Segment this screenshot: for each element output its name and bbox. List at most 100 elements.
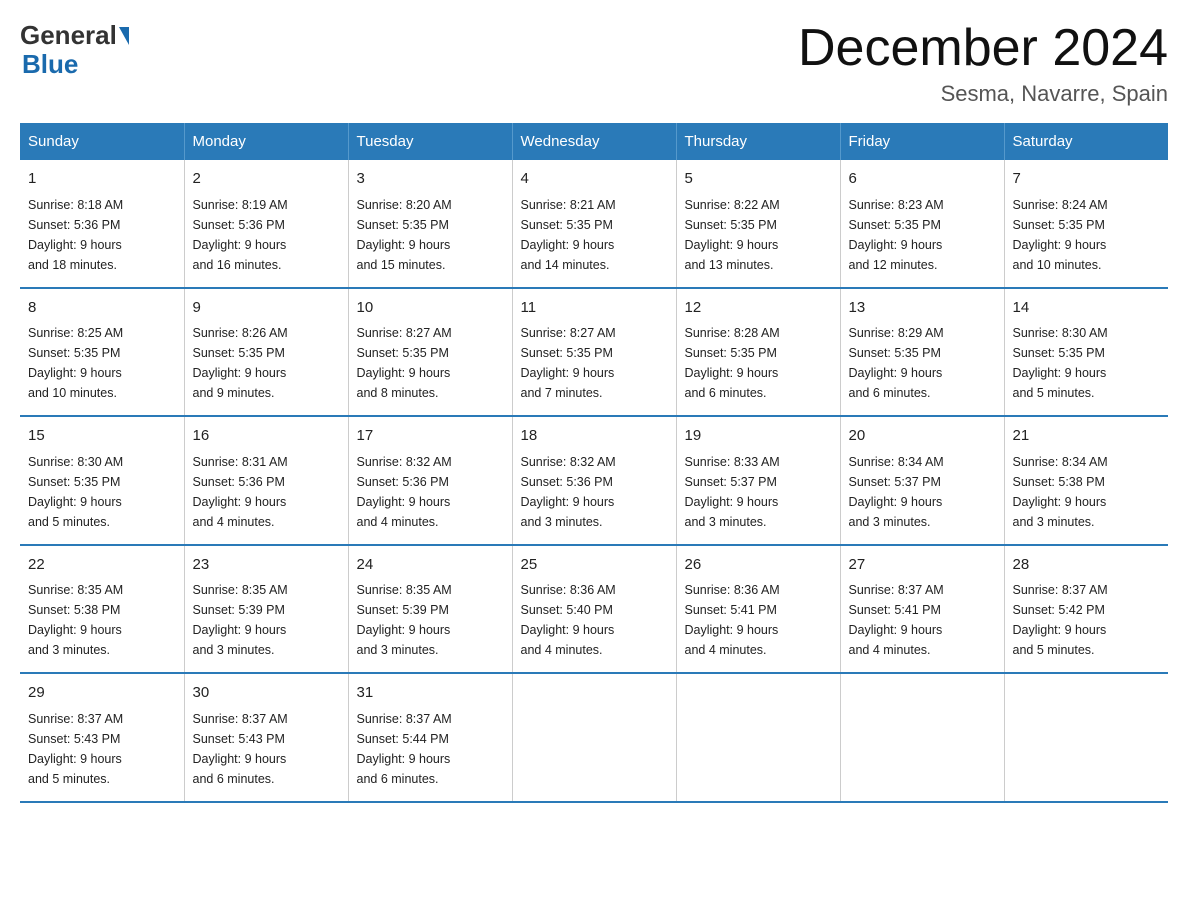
calendar-cell: 27Sunrise: 8:37 AMSunset: 5:41 PMDayligh…	[840, 545, 1004, 674]
day-number: 22	[28, 554, 176, 577]
calendar-cell: 1Sunrise: 8:18 AMSunset: 5:36 PMDaylight…	[20, 160, 184, 288]
day-info: Sunrise: 8:24 AMSunset: 5:35 PMDaylight:…	[1013, 195, 1161, 275]
day-info: Sunrise: 8:32 AMSunset: 5:36 PMDaylight:…	[521, 452, 668, 532]
calendar-cell: 29 Sunrise: 8:37 AMSunset: 5:43 PMDayligh…	[20, 673, 184, 802]
calendar-cell	[512, 673, 676, 802]
day-info: Sunrise: 8:23 AMSunset: 5:35 PMDaylight:…	[849, 195, 996, 275]
day-info: Sunrise: 8:26 AMSunset: 5:35 PMDaylight:…	[193, 323, 340, 403]
day-number: 6	[849, 168, 996, 191]
day-number: 31	[357, 682, 504, 705]
day-number: 11	[521, 297, 668, 320]
day-info: Sunrise: 8:37 AMSunset: 5:44 PMDaylight:…	[357, 709, 504, 789]
calendar-cell: 28Sunrise: 8:37 AMSunset: 5:42 PMDayligh…	[1004, 545, 1168, 674]
calendar-cell: 30Sunrise: 8:37 AMSunset: 5:43 PMDayligh…	[184, 673, 348, 802]
header-tuesday: Tuesday	[348, 123, 512, 160]
calendar-cell: 13 Sunrise: 8:29 AMSunset: 5:35 PMDayligh…	[840, 288, 1004, 417]
calendar-cell	[1004, 673, 1168, 802]
logo-triangle-icon	[119, 27, 129, 45]
day-number: 10	[357, 297, 504, 320]
header-friday: Friday	[840, 123, 1004, 160]
day-info: Sunrise: 8:22 AMSunset: 5:35 PMDaylight:…	[685, 195, 832, 275]
page-subtitle: Sesma, Navarre, Spain	[798, 81, 1168, 107]
logo-text: General	[20, 20, 129, 51]
calendar-week-row: 29 Sunrise: 8:37 AMSunset: 5:43 PMDayligh…	[20, 673, 1168, 802]
day-info: Sunrise: 8:34 AMSunset: 5:37 PMDaylight:…	[849, 452, 996, 532]
day-number: 16	[193, 425, 340, 448]
calendar-cell: 23Sunrise: 8:35 AMSunset: 5:39 PMDayligh…	[184, 545, 348, 674]
day-number: 8	[28, 297, 176, 320]
day-info: Sunrise: 8:31 AMSunset: 5:36 PMDaylight:…	[193, 452, 340, 532]
header-sunday: Sunday	[20, 123, 184, 160]
calendar-cell: 4 Sunrise: 8:21 AMSunset: 5:35 PMDaylight…	[512, 160, 676, 288]
logo-general: General	[20, 20, 117, 51]
page-title: December 2024	[798, 20, 1168, 77]
day-number: 14	[1013, 297, 1161, 320]
calendar-cell: 24Sunrise: 8:35 AMSunset: 5:39 PMDayligh…	[348, 545, 512, 674]
calendar-cell: 31 Sunrise: 8:37 AMSunset: 5:44 PMDayligh…	[348, 673, 512, 802]
day-info: Sunrise: 8:19 AMSunset: 5:36 PMDaylight:…	[193, 195, 340, 275]
day-number: 21	[1013, 425, 1161, 448]
calendar-cell: 26Sunrise: 8:36 AMSunset: 5:41 PMDayligh…	[676, 545, 840, 674]
calendar-week-row: 22 Sunrise: 8:35 AMSunset: 5:38 PMDayligh…	[20, 545, 1168, 674]
calendar-cell: 9 Sunrise: 8:26 AMSunset: 5:35 PMDaylight…	[184, 288, 348, 417]
calendar-cell: 6 Sunrise: 8:23 AMSunset: 5:35 PMDaylight…	[840, 160, 1004, 288]
day-info: Sunrise: 8:35 AMSunset: 5:38 PMDaylight:…	[28, 580, 176, 660]
day-info: Sunrise: 8:37 AMSunset: 5:43 PMDaylight:…	[28, 709, 176, 789]
day-info: Sunrise: 8:30 AMSunset: 5:35 PMDaylight:…	[28, 452, 176, 532]
calendar-cell: 20 Sunrise: 8:34 AMSunset: 5:37 PMDayligh…	[840, 416, 1004, 545]
day-number: 9	[193, 297, 340, 320]
calendar-cell: 21 Sunrise: 8:34 AMSunset: 5:38 PMDayligh…	[1004, 416, 1168, 545]
calendar-cell: 14 Sunrise: 8:30 AMSunset: 5:35 PMDayligh…	[1004, 288, 1168, 417]
header-thursday: Thursday	[676, 123, 840, 160]
day-info: Sunrise: 8:34 AMSunset: 5:38 PMDaylight:…	[1013, 452, 1161, 532]
calendar-cell: 22 Sunrise: 8:35 AMSunset: 5:38 PMDayligh…	[20, 545, 184, 674]
day-info: Sunrise: 8:21 AMSunset: 5:35 PMDaylight:…	[521, 195, 668, 275]
day-number: 23	[193, 554, 340, 577]
calendar-cell: 10 Sunrise: 8:27 AMSunset: 5:35 PMDayligh…	[348, 288, 512, 417]
day-number: 4	[521, 168, 668, 191]
logo-blue: Blue	[22, 49, 78, 79]
day-number: 3	[357, 168, 504, 191]
day-info: Sunrise: 8:25 AMSunset: 5:35 PMDaylight:…	[28, 323, 176, 403]
day-number: 30	[193, 682, 340, 705]
calendar-cell: 2 Sunrise: 8:19 AMSunset: 5:36 PMDaylight…	[184, 160, 348, 288]
day-number: 15	[28, 425, 176, 448]
calendar-cell: 12 Sunrise: 8:28 AMSunset: 5:35 PMDayligh…	[676, 288, 840, 417]
day-info: Sunrise: 8:36 AMSunset: 5:41 PMDaylight:…	[685, 580, 832, 660]
day-number: 13	[849, 297, 996, 320]
calendar-cell: 17Sunrise: 8:32 AMSunset: 5:36 PMDayligh…	[348, 416, 512, 545]
day-info: Sunrise: 8:33 AMSunset: 5:37 PMDaylight:…	[685, 452, 832, 532]
day-number: 5	[685, 168, 832, 191]
calendar-cell: 25Sunrise: 8:36 AMSunset: 5:40 PMDayligh…	[512, 545, 676, 674]
day-info: Sunrise: 8:27 AMSunset: 5:35 PMDaylight:…	[521, 323, 668, 403]
calendar-cell: 5 Sunrise: 8:22 AMSunset: 5:35 PMDaylight…	[676, 160, 840, 288]
calendar-header-row: SundayMondayTuesdayWednesdayThursdayFrid…	[20, 123, 1168, 160]
calendar-cell	[676, 673, 840, 802]
day-info: Sunrise: 8:35 AMSunset: 5:39 PMDaylight:…	[357, 580, 504, 660]
day-number: 19	[685, 425, 832, 448]
day-info: Sunrise: 8:37 AMSunset: 5:41 PMDaylight:…	[849, 580, 996, 660]
day-info: Sunrise: 8:28 AMSunset: 5:35 PMDaylight:…	[685, 323, 832, 403]
logo: General Blue	[20, 20, 129, 80]
day-number: 2	[193, 168, 340, 191]
day-info: Sunrise: 8:29 AMSunset: 5:35 PMDaylight:…	[849, 323, 996, 403]
day-number: 12	[685, 297, 832, 320]
day-number: 20	[849, 425, 996, 448]
page-header: General Blue December 2024 Sesma, Navarr…	[20, 20, 1168, 107]
calendar-week-row: 1Sunrise: 8:18 AMSunset: 5:36 PMDaylight…	[20, 160, 1168, 288]
day-number: 28	[1013, 554, 1161, 577]
calendar-cell: 18 Sunrise: 8:32 AMSunset: 5:36 PMDayligh…	[512, 416, 676, 545]
title-block: December 2024 Sesma, Navarre, Spain	[798, 20, 1168, 107]
calendar-cell: 7Sunrise: 8:24 AMSunset: 5:35 PMDaylight…	[1004, 160, 1168, 288]
day-info: Sunrise: 8:27 AMSunset: 5:35 PMDaylight:…	[357, 323, 504, 403]
calendar-week-row: 15 Sunrise: 8:30 AMSunset: 5:35 PMDayligh…	[20, 416, 1168, 545]
day-number: 17	[357, 425, 504, 448]
day-number: 29	[28, 682, 176, 705]
calendar-table: SundayMondayTuesdayWednesdayThursdayFrid…	[20, 123, 1168, 803]
day-info: Sunrise: 8:30 AMSunset: 5:35 PMDaylight:…	[1013, 323, 1161, 403]
calendar-cell	[840, 673, 1004, 802]
header-wednesday: Wednesday	[512, 123, 676, 160]
day-number: 18	[521, 425, 668, 448]
calendar-cell: 16 Sunrise: 8:31 AMSunset: 5:36 PMDayligh…	[184, 416, 348, 545]
calendar-cell: 15 Sunrise: 8:30 AMSunset: 5:35 PMDayligh…	[20, 416, 184, 545]
